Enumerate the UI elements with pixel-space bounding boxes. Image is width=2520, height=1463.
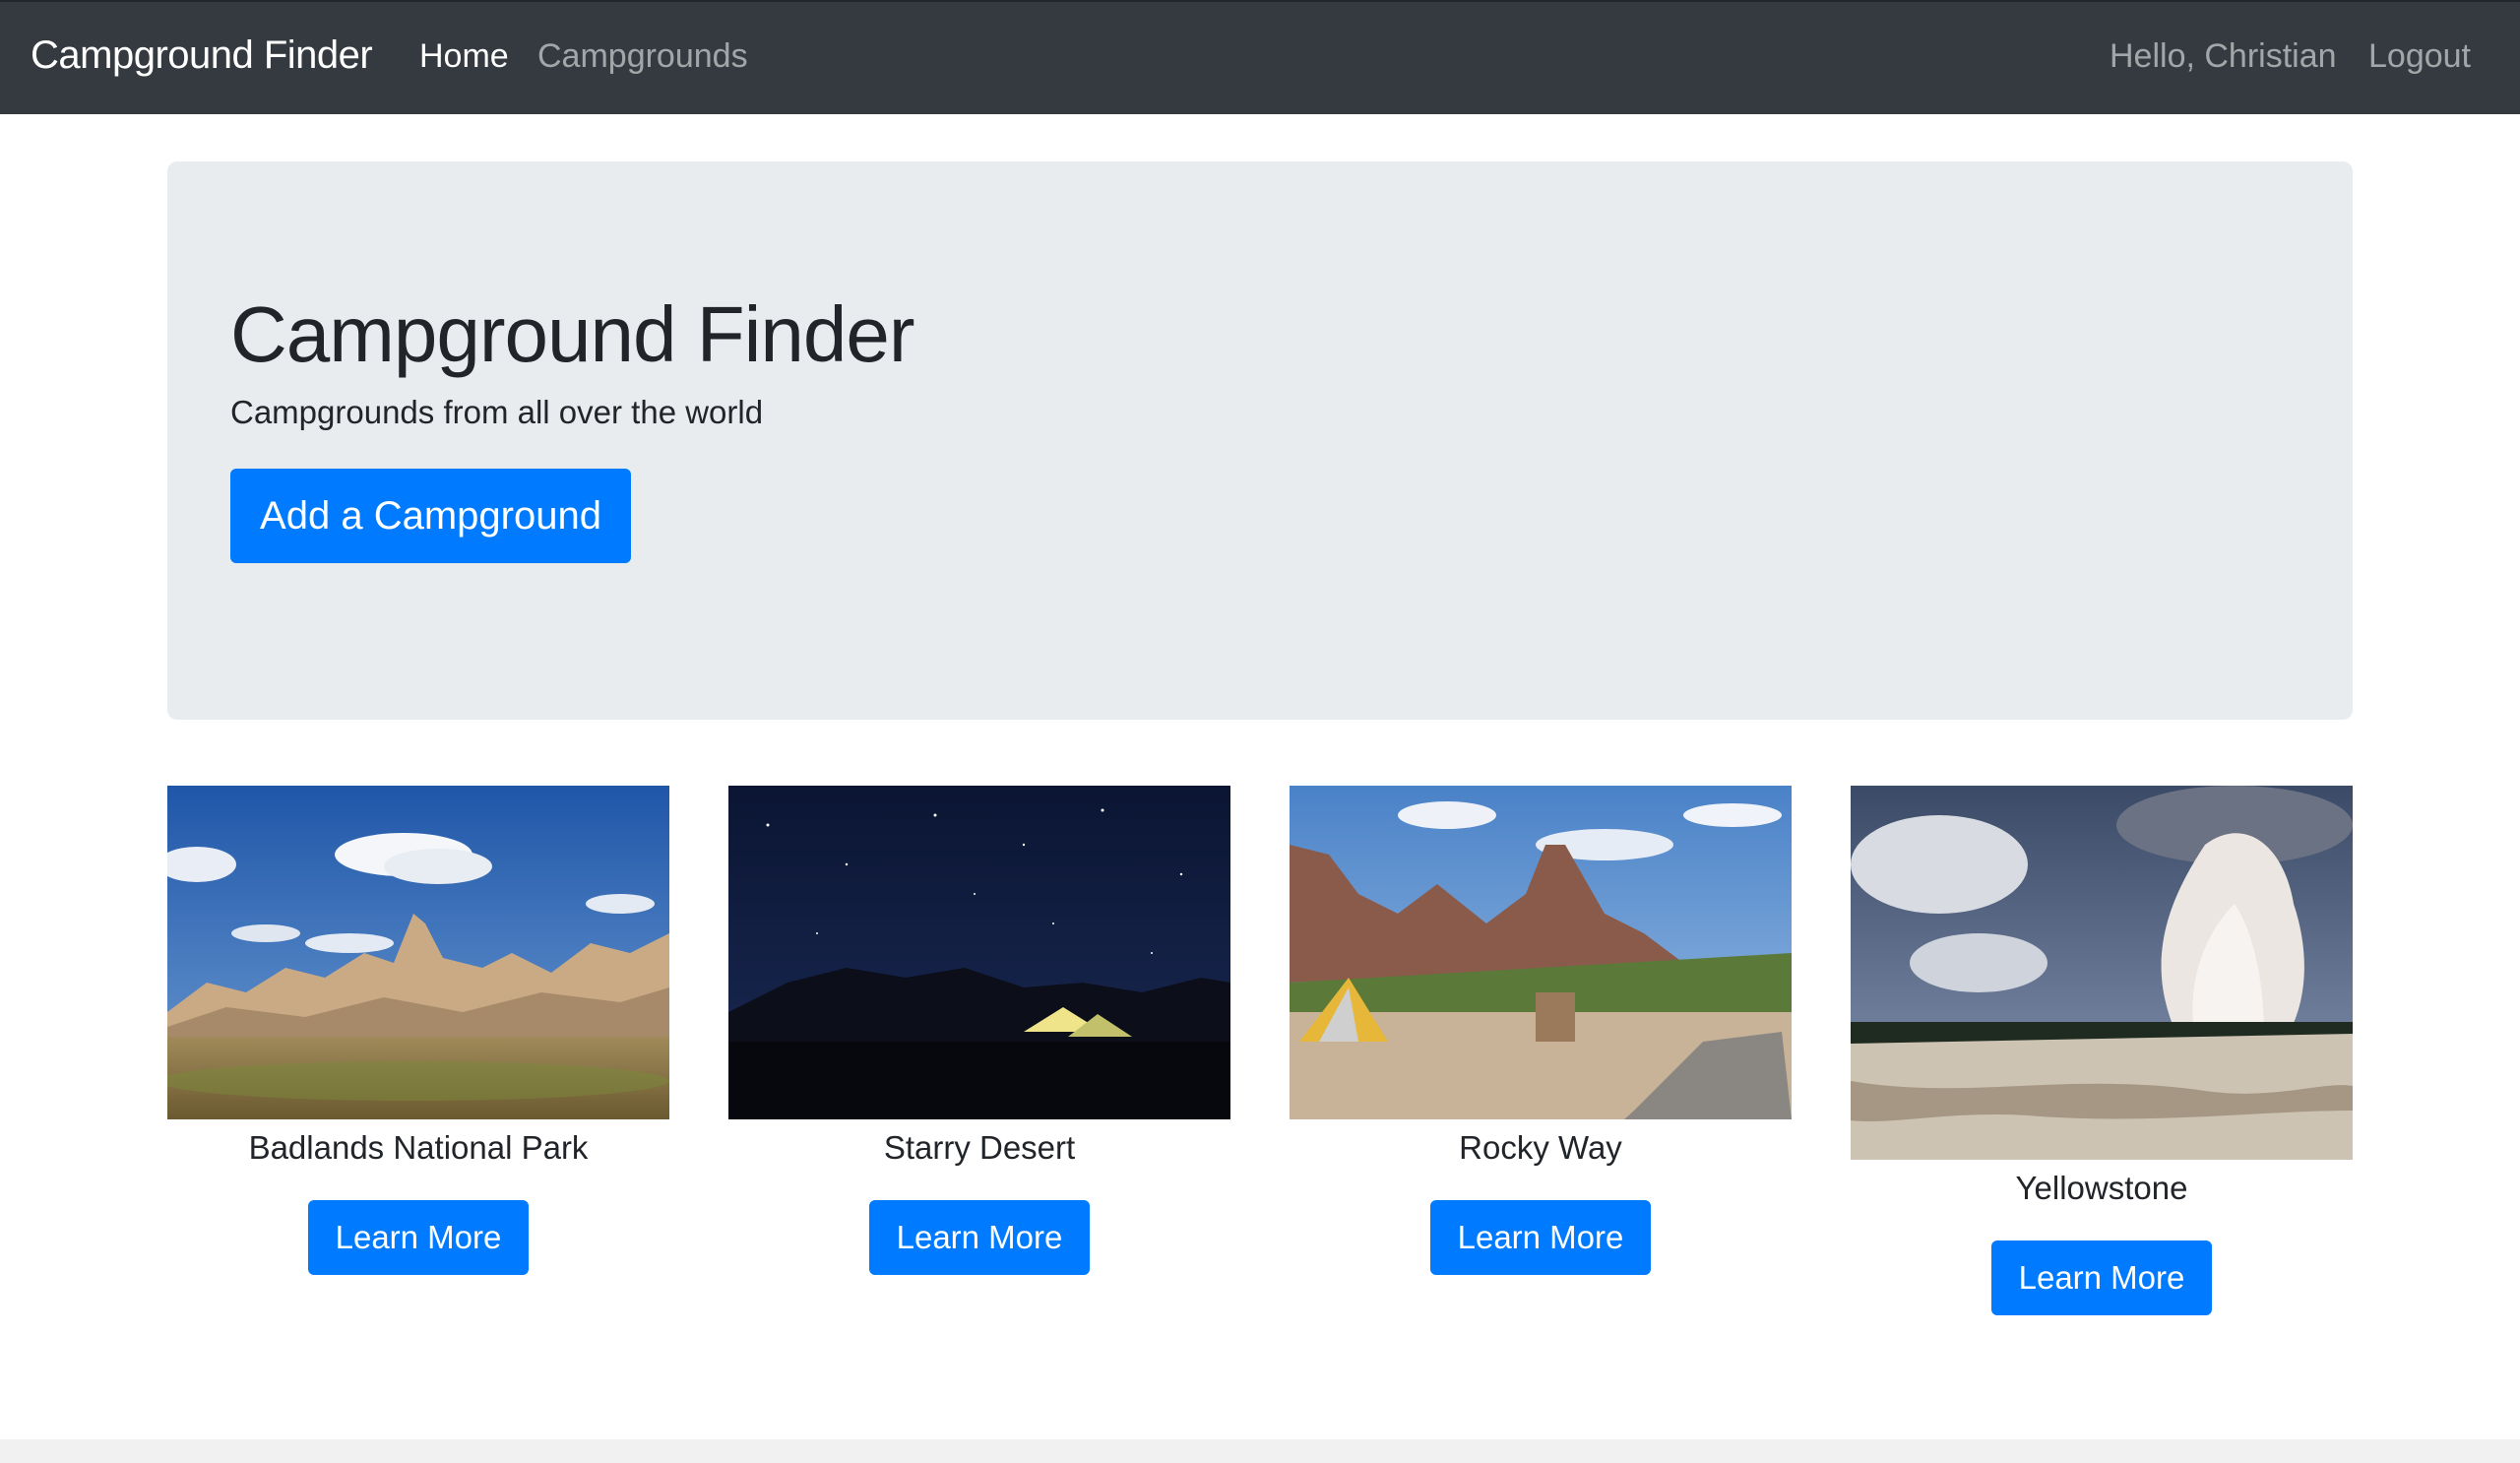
campground-name: Rocky Way [1459,1129,1622,1166]
add-campground-button[interactable]: Add a Campground [230,469,631,563]
logout-link[interactable]: Logout [2368,37,2471,76]
geyser-graphic [1851,786,2353,1160]
campground-name: Badlands National Park [248,1129,589,1166]
badlands-landscape-image [167,786,669,1119]
learn-more-button[interactable]: Learn More [308,1200,529,1275]
campground-card: Rocky Way Learn More [1290,786,1792,1275]
learn-more-button[interactable]: Learn More [1991,1240,2212,1315]
badlands-landscape-graphic [167,786,669,1119]
nav-link-campgrounds[interactable]: Campgrounds [537,37,748,76]
user-greeting-link[interactable]: Hello, Christian [2110,37,2337,76]
hero-jumbotron: Campground Finder Campgrounds from all o… [167,161,2353,720]
rocky-canyon-tent-image [1290,786,1792,1119]
top-navbar: Campground Finder Home Campgrounds Hello… [0,0,2520,114]
navbar-brand-link[interactable]: Campground Finder [31,33,373,78]
campground-card: Badlands National Park Learn More [167,786,669,1275]
night-tent-graphic [728,786,1230,1119]
night-tent-image [728,786,1230,1119]
campground-card: Starry Desert Learn More [728,786,1230,1275]
campground-name: Starry Desert [883,1129,1076,1166]
geyser-image [1851,786,2353,1160]
hero-subtitle: Campgrounds from all over the world [230,394,764,430]
page-title: Campground Finder [230,290,914,378]
learn-more-button[interactable]: Learn More [869,1200,1090,1275]
nav-link-home[interactable]: Home [419,37,509,76]
rocky-canyon-tent-graphic [1290,786,1792,1119]
campground-name: Yellowstone [2015,1170,2188,1206]
footer-strip [0,1439,2520,1463]
campground-card: Yellowstone Learn More [1851,786,2353,1315]
learn-more-button[interactable]: Learn More [1430,1200,1651,1275]
